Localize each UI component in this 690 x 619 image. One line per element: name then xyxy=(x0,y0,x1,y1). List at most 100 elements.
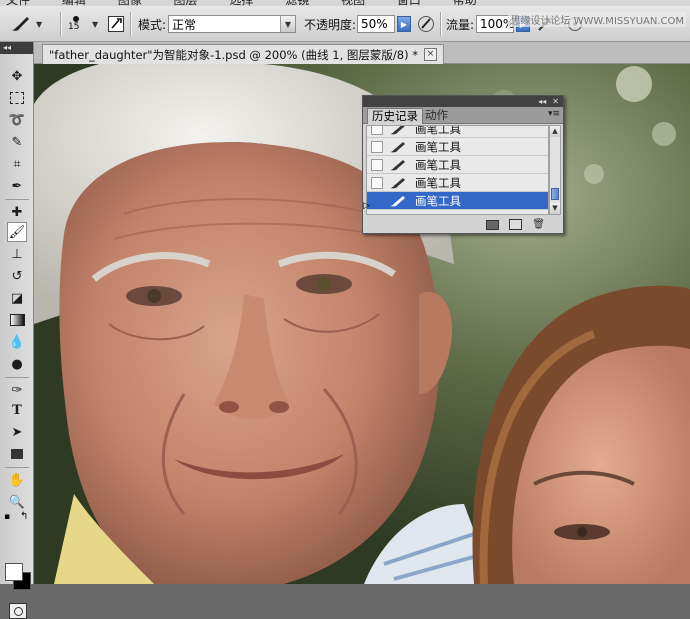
foreground-color-swatch[interactable] xyxy=(5,563,23,581)
marquee-icon xyxy=(10,92,24,104)
panel-menu-icon[interactable]: ▾≡ xyxy=(548,109,560,119)
brush-icon xyxy=(12,17,29,31)
dodge-tool[interactable]: ● xyxy=(7,354,27,374)
brush-panel-icon xyxy=(108,16,124,32)
history-item-label: 画笔工具 xyxy=(415,139,461,154)
snapshot-icon[interactable] xyxy=(509,219,523,230)
crop-icon: ⌗ xyxy=(13,156,21,172)
zoom-icon: 🔍 xyxy=(8,494,26,510)
tab-history[interactable]: 历史记录 xyxy=(367,108,423,124)
history-item-selected[interactable]: 画笔工具 xyxy=(367,192,548,210)
mode-select[interactable]: 正常 ▼ xyxy=(168,15,296,33)
shape-icon xyxy=(11,449,23,459)
blur-tool[interactable]: 💧 xyxy=(7,332,27,352)
zoom-tool[interactable]: 🔍 xyxy=(7,492,27,512)
brush-panel-toggle[interactable] xyxy=(107,6,125,42)
panel-footer: 🗑 xyxy=(363,216,563,233)
pen-pressure-icon xyxy=(418,16,434,32)
shape-tool[interactable] xyxy=(7,444,27,464)
toolbox-header[interactable]: ◂◂ xyxy=(0,42,33,54)
scroll-thumb[interactable] xyxy=(551,188,559,200)
panel-tab-strip: 历史记录 动作 ▾≡ xyxy=(363,107,563,124)
history-item[interactable]: 画笔工具 xyxy=(367,138,548,156)
history-item-label: 画笔工具 xyxy=(415,193,461,208)
blur-icon: 💧 xyxy=(8,334,26,350)
move-tool[interactable]: ✥ xyxy=(7,66,27,86)
history-brush-icon: ↺ xyxy=(11,268,23,284)
history-list: 画笔工具 画笔工具 画笔工具 画笔工具 画笔工具 xyxy=(366,125,549,215)
opacity-value: 50% xyxy=(361,17,388,31)
opacity-slider-button[interactable]: ▶ xyxy=(397,16,411,32)
gradient-tool[interactable] xyxy=(7,310,27,330)
history-item[interactable]: 画笔工具 xyxy=(367,125,548,138)
pen-icon: ✑ xyxy=(11,382,23,398)
history-source-checkbox[interactable] xyxy=(371,126,383,135)
history-scrollbar[interactable]: ▲ ▼ xyxy=(549,125,561,215)
close-icon[interactable]: ✕ xyxy=(552,97,559,106)
history-source-checkbox[interactable] xyxy=(371,194,383,207)
lasso-tool[interactable]: ➰ xyxy=(7,110,27,130)
dodge-icon: ● xyxy=(11,356,23,372)
crop-tool[interactable]: ⌗ xyxy=(7,154,27,174)
gradient-icon xyxy=(9,314,25,326)
chevron-down-icon: ▼ xyxy=(36,19,43,29)
mode-label: 模式: xyxy=(138,17,167,32)
history-item-label: 画笔工具 xyxy=(415,157,461,172)
history-item-label: 画笔工具 xyxy=(415,125,461,136)
eyedropper-tool[interactable]: ✒ xyxy=(7,176,27,196)
history-item[interactable]: 画笔工具 xyxy=(367,156,548,174)
brush-tool[interactable]: 🖌 xyxy=(7,222,27,242)
brush-icon xyxy=(389,195,407,207)
opacity-input[interactable]: 50% xyxy=(357,15,395,33)
history-source-checkbox[interactable] xyxy=(371,176,383,189)
brush-preset-picker[interactable]: 15 xyxy=(68,6,79,42)
mode-value: 正常 xyxy=(172,17,197,32)
healing-brush-tool[interactable]: ✚ xyxy=(7,202,27,222)
trash-icon[interactable]: 🗑 xyxy=(532,219,545,230)
chevron-down-icon[interactable]: ▼ xyxy=(92,20,98,29)
history-source-checkbox[interactable] xyxy=(371,158,383,171)
clone-stamp-icon: ⊥ xyxy=(11,246,23,262)
brush-icon xyxy=(389,126,407,135)
history-panel: ◂◂ ✕ 历史记录 动作 ▾≡ 画笔工具 画笔工具 画笔工具 画笔工具 画笔工具… xyxy=(362,95,564,234)
pen-tool[interactable]: ✑ xyxy=(7,380,27,400)
type-icon: T xyxy=(12,402,22,418)
quick-selection-icon: ✎ xyxy=(11,134,23,150)
quick-mask-button[interactable] xyxy=(9,603,27,619)
brush-icon: 🖌 xyxy=(8,224,26,240)
clone-stamp-tool[interactable]: ⊥ xyxy=(7,244,27,264)
panel-title-bar[interactable]: ◂◂ ✕ xyxy=(363,96,563,107)
history-state-marker-icon: ▷ xyxy=(363,201,370,211)
quick-selection-tool[interactable]: ✎ xyxy=(7,132,27,152)
separator xyxy=(60,12,62,36)
history-item[interactable]: 画笔工具 xyxy=(367,174,548,192)
lasso-icon: ➰ xyxy=(8,112,26,128)
marquee-tool[interactable] xyxy=(7,88,27,108)
swap-colors-icon[interactable]: ↰ xyxy=(20,511,28,522)
scroll-up-icon[interactable]: ▲ xyxy=(550,126,560,137)
eraser-tool[interactable]: ◪ xyxy=(7,288,27,308)
tab-actions[interactable]: 动作 xyxy=(421,108,452,123)
hand-tool[interactable]: ✋ xyxy=(7,470,27,490)
eyedropper-icon: ✒ xyxy=(11,178,23,194)
healing-brush-icon: ✚ xyxy=(11,204,23,220)
path-selection-icon: ➤ xyxy=(11,424,23,440)
type-tool[interactable]: T xyxy=(7,400,27,420)
collapse-icon[interactable]: ◂◂ xyxy=(538,97,546,106)
brush-icon xyxy=(389,177,407,189)
document-tab-bar: "father_daughter"为智能对象-1.psd @ 200% (曲线 … xyxy=(34,42,690,64)
history-source-checkbox[interactable] xyxy=(371,140,383,153)
history-brush-tool[interactable]: ↺ xyxy=(7,266,27,286)
scroll-down-icon[interactable]: ▼ xyxy=(550,203,560,214)
brush-icon xyxy=(389,159,407,171)
opacity-pressure-toggle[interactable] xyxy=(416,6,436,42)
document-tab[interactable]: "father_daughter"为智能对象-1.psd @ 200% (曲线 … xyxy=(42,44,444,64)
move-icon: ✥ xyxy=(11,68,23,84)
chevron-down-icon: ▼ xyxy=(280,16,295,32)
default-colors-icon[interactable]: ▪ xyxy=(4,512,10,522)
path-selection-tool[interactable]: ➤ xyxy=(7,422,27,442)
new-document-from-state-icon[interactable] xyxy=(486,219,500,230)
tool-preset-picker[interactable]: ▼ xyxy=(8,6,42,42)
separator xyxy=(130,12,132,36)
close-icon[interactable]: × xyxy=(423,48,437,61)
